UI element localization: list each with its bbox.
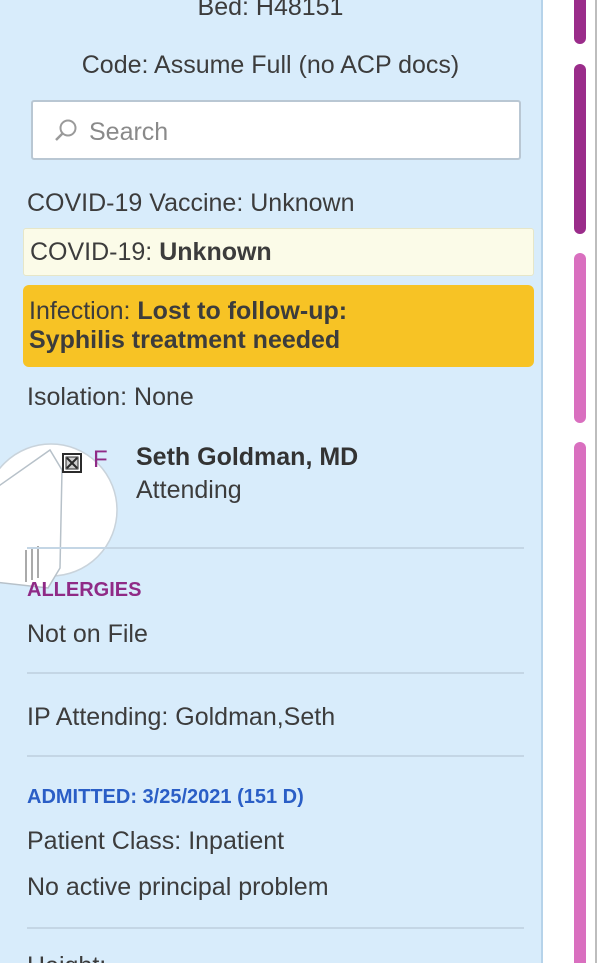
infection-value-line1: Lost to follow-up: (137, 297, 348, 325)
search-icon (55, 119, 77, 141)
infection-alert[interactable]: Infection: Lost to follow-up: Syphilis t… (23, 285, 534, 367)
timeline-bar[interactable] (574, 64, 586, 234)
provider-info[interactable]: Seth Goldman, MD Attending (136, 443, 358, 505)
search-input[interactable]: Search (31, 100, 521, 160)
separator (27, 672, 524, 674)
separator (27, 927, 524, 929)
separator (27, 755, 524, 757)
patient-class-value: Inpatient (188, 827, 285, 855)
patient-class-label: Patient Class: (27, 827, 182, 855)
infection-value-line2: Syphilis treatment needed (29, 326, 341, 354)
search-placeholder: Search (89, 118, 169, 146)
provider-photo[interactable]: F (0, 440, 126, 590)
patient-sidebar: Bed: H48151 Code: Assume Full (no ACP do… (0, 0, 543, 963)
allergies-heading[interactable]: ALLERGIES (27, 579, 141, 602)
separator (27, 547, 524, 549)
photo-initial: F (93, 446, 108, 473)
covid-label: COVID-19: (30, 238, 153, 266)
ip-attending-value: Goldman,Seth (175, 703, 336, 731)
covid-vaccine-value: Unknown (250, 189, 355, 217)
provider-role: Attending (136, 476, 242, 504)
code-status[interactable]: Code: Assume Full (no ACP docs) (0, 51, 541, 80)
allergies-value: Not on File (27, 620, 148, 648)
timeline-bar[interactable] (574, 442, 586, 963)
covid-status-badge[interactable]: COVID-19: Unknown (23, 228, 534, 276)
timeline-bar[interactable] (574, 0, 586, 44)
covid-value: Unknown (159, 238, 272, 266)
isolation-status[interactable]: Isolation: None (27, 383, 194, 412)
isolation-label: Isolation: (27, 383, 128, 411)
provider-name[interactable]: Seth Goldman, MD (136, 443, 358, 472)
right-content-strip (543, 0, 603, 963)
infection-label: Infection: (29, 297, 131, 325)
admission-heading[interactable]: ADMITTED: 3/25/2021 (151 D) (27, 786, 304, 809)
bed-label: Bed: H48151 (197, 0, 344, 21)
broken-image-icon (62, 453, 82, 473)
covid-vaccine-label: COVID-19 Vaccine: (27, 189, 244, 217)
covid-vaccine-status[interactable]: COVID-19 Vaccine: Unknown (27, 189, 354, 218)
ip-attending-label: IP Attending: (27, 703, 169, 731)
isolation-value: None (134, 383, 194, 411)
patient-class: Patient Class: Inpatient (27, 827, 284, 856)
height-label-partial: Height: (27, 952, 106, 963)
timeline-bar[interactable] (574, 253, 586, 423)
principal-problem: No active principal problem (27, 873, 329, 901)
ip-attending[interactable]: IP Attending: Goldman,Seth (27, 703, 335, 732)
divider-line (595, 0, 597, 963)
